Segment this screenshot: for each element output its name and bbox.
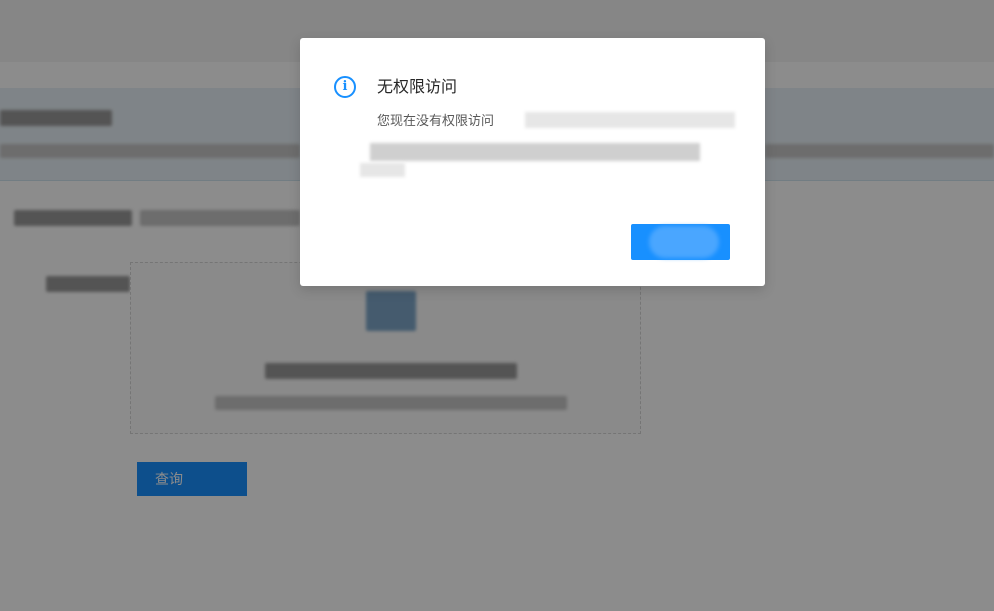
redacted-text bbox=[370, 143, 700, 161]
dialog-title: 无权限访问 bbox=[377, 77, 458, 96]
redacted-text bbox=[360, 163, 405, 177]
redacted-label bbox=[649, 226, 719, 258]
ok-button[interactable] bbox=[631, 224, 730, 260]
permission-dialog: i 无权限访问 您现在没有权限访问 bbox=[300, 38, 765, 286]
redacted-text bbox=[525, 112, 735, 128]
info-circle-icon: i bbox=[334, 76, 356, 98]
dialog-message-text: 您现在没有权限访问 bbox=[377, 114, 495, 129]
